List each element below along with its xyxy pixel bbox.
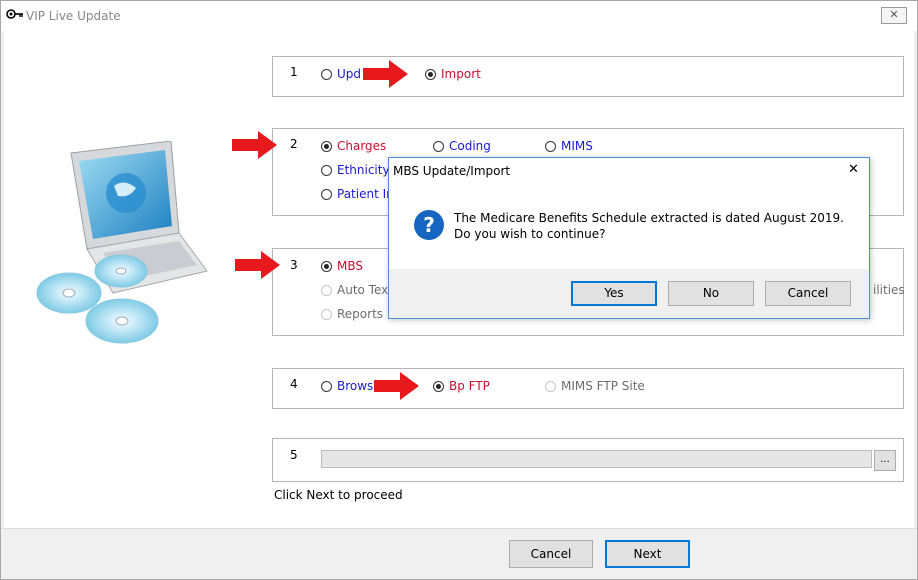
mbs-label: MBS [337, 259, 363, 273]
radio-circle[interactable] [545, 140, 556, 152]
dialog-close-icon[interactable]: ✕ [848, 162, 859, 177]
radio-circle[interactable] [433, 140, 444, 152]
window-close-button[interactable]: ✕ [881, 7, 907, 24]
browse-label: Brows [337, 379, 374, 393]
radio-circle[interactable] [545, 380, 556, 392]
dialog-cancel-button[interactable]: Cancel [765, 281, 851, 306]
step3-number: 3 [290, 258, 298, 272]
auto-text-radio[interactable]: Auto Text [321, 283, 393, 297]
browse-button[interactable]: ... [874, 450, 896, 471]
radio-circle[interactable] [321, 140, 332, 152]
charges-label: Charges [337, 139, 387, 153]
red-arrow-icon [374, 372, 419, 400]
yes-button[interactable]: Yes [571, 281, 657, 306]
import-radio[interactable]: Import [425, 67, 481, 81]
upd-radio[interactable]: Upd [321, 67, 361, 81]
bp-ftp-radio[interactable]: Bp FTP [433, 379, 490, 393]
radio-circle[interactable] [433, 380, 444, 392]
dialog-title: MBS Update/Import [393, 164, 511, 178]
ethnicity-radio[interactable]: Ethnicity [321, 163, 390, 177]
coding-label: Coding [449, 139, 491, 153]
radio-circle[interactable] [321, 260, 332, 272]
key-icon [6, 9, 23, 19]
step2-number: 2 [290, 137, 298, 151]
browse-radio[interactable]: Brows [321, 379, 373, 393]
step4-number: 4 [290, 377, 298, 391]
mbs-update-dialog: MBS Update/Import ✕ ? The Medicare Benef… [388, 157, 870, 319]
title-bar: VIP Live Update ✕ [1, 1, 917, 31]
mims-ftp-label: MIMS FTP Site [561, 379, 645, 393]
charges-radio[interactable]: Charges [321, 139, 386, 153]
reports-radio[interactable]: Reports [321, 307, 383, 321]
no-button[interactable]: No [668, 281, 754, 306]
red-arrow-icon [235, 251, 280, 279]
radio-circle[interactable] [321, 308, 332, 320]
laptop-globe-cd-icon [36, 141, 208, 344]
step1-number: 1 [290, 65, 298, 79]
radio-circle[interactable] [321, 188, 332, 200]
hint-text: Click Next to proceed [274, 488, 403, 502]
next-button[interactable]: Next [605, 540, 690, 568]
radio-circle[interactable] [321, 380, 332, 392]
step5-number: 5 [290, 448, 298, 462]
dialog-message: The Medicare Benefits Schedule extracted… [454, 211, 844, 241]
red-arrow-icon [363, 60, 408, 88]
window-title: VIP Live Update [26, 9, 121, 23]
ethnicity-label: Ethnicity [337, 163, 390, 177]
footer-divider [1, 528, 917, 529]
auto-text-label: Auto Text [337, 283, 393, 297]
bp-ftp-label: Bp FTP [449, 379, 490, 393]
import-label: Import [441, 67, 481, 81]
mims-label: MIMS [561, 139, 593, 153]
question-icon: ? [414, 210, 444, 240]
radio-circle[interactable] [425, 68, 436, 80]
mims-ftp-radio[interactable]: MIMS FTP Site [545, 379, 645, 393]
mbs-radio[interactable]: MBS [321, 259, 363, 273]
radio-circle[interactable] [321, 68, 332, 80]
mims-radio[interactable]: MIMS [545, 139, 593, 153]
utilities-label-partial: ilities [873, 283, 905, 297]
red-arrow-icon [232, 131, 277, 159]
reports-label: Reports [337, 307, 384, 321]
dialog-button-bar: Yes No Cancel [389, 269, 869, 318]
radio-circle[interactable] [321, 284, 332, 296]
upd-label: Upd [337, 67, 362, 81]
coding-radio[interactable]: Coding [433, 139, 491, 153]
radio-circle[interactable] [321, 164, 332, 176]
cancel-button[interactable]: Cancel [509, 540, 593, 568]
file-path-field[interactable] [321, 450, 872, 468]
